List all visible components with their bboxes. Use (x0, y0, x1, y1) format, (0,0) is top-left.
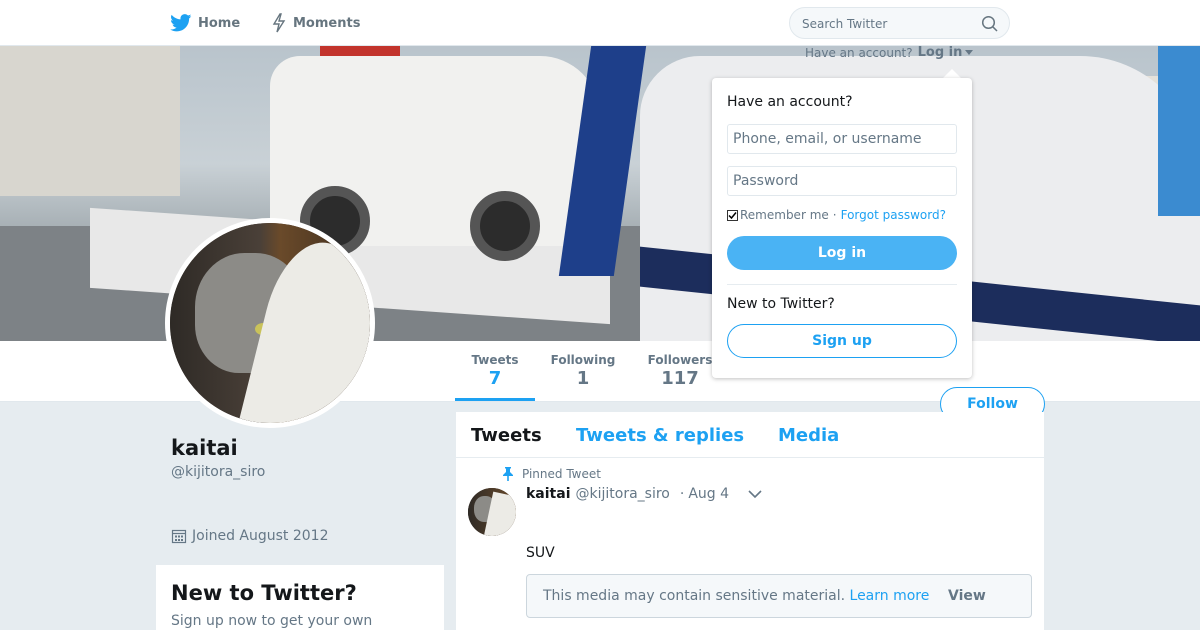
forgot-password-link[interactable]: Forgot password? (841, 208, 946, 222)
stat-tweets-value: 7 (488, 368, 502, 389)
stat-tweets-label: Tweets (471, 353, 519, 367)
tweet-date[interactable]: Aug 4 (688, 486, 729, 502)
stat-followers[interactable]: Followers 117 (640, 341, 720, 402)
calendar-icon (171, 529, 187, 544)
joined-date: Joined August 2012 (171, 528, 328, 544)
tab-media[interactable]: Media (778, 425, 839, 446)
new-to-twitter-card: New to Twitter? Sign up now to get your … (156, 565, 444, 630)
sensitive-text-row: This media may contain sensitive materia… (543, 588, 929, 604)
stat-following-value: 1 (576, 368, 590, 389)
remember-separator: · (832, 208, 837, 222)
new-card-title: New to Twitter? (171, 581, 357, 605)
search-box (789, 7, 1010, 39)
tweet-text: SUV (526, 545, 555, 561)
lightning-icon (272, 13, 286, 33)
login-button[interactable]: Log in (727, 236, 957, 270)
nav-home-label: Home (198, 15, 241, 31)
stat-tweets[interactable]: Tweets 7 (455, 341, 535, 401)
stat-following-label: Following (550, 353, 616, 367)
nav-home[interactable]: Home (170, 0, 240, 46)
top-navigation: Home Moments (0, 0, 1200, 46)
profile-handle[interactable]: @kijitora_siro (171, 464, 265, 480)
caret-down-icon[interactable] (965, 49, 974, 56)
avatar[interactable] (165, 218, 375, 428)
remember-label[interactable]: Remember me (740, 208, 829, 222)
dropdown-divider (727, 284, 957, 285)
joined-text: Joined August 2012 (192, 528, 329, 544)
stat-followers-label: Followers (647, 353, 713, 367)
stat-followers-value: 117 (661, 368, 699, 389)
learn-more-link[interactable]: Learn more (850, 588, 930, 604)
search-icon[interactable] (981, 15, 999, 33)
sensitive-media-notice: This media may contain sensitive materia… (526, 574, 1032, 618)
login-dropdown: Have an account? Remember me · Forgot pa… (712, 78, 972, 378)
nav-moments-label: Moments (293, 15, 361, 31)
checkbox-icon[interactable] (727, 209, 738, 221)
sensitive-text: This media may contain sensitive materia… (543, 588, 846, 604)
timeline: Tweets Tweets & replies Media Pinned Twe… (456, 412, 1044, 630)
tweet-author-name[interactable]: kaitai (526, 486, 571, 502)
tab-tweets-replies[interactable]: Tweets & replies (576, 425, 744, 446)
dropdown-arrow (943, 69, 961, 78)
chevron-down-icon[interactable] (748, 489, 762, 499)
pinned-text: Pinned Tweet (522, 467, 601, 481)
username-field[interactable] (727, 124, 957, 154)
login-prompt: Have an account? Log in (805, 45, 974, 60)
profile-name[interactable]: kaitai (171, 436, 238, 460)
stat-following[interactable]: Following 1 (543, 341, 623, 402)
login-prompt-text: Have an account? (805, 45, 913, 60)
nav-moments[interactable]: Moments (271, 0, 360, 46)
new-card-subtitle: Sign up now to get your own (171, 613, 373, 629)
tweet-author-handle[interactable]: @kijitora_siro (576, 486, 670, 502)
timeline-tabs: Tweets Tweets & replies Media (456, 412, 1044, 458)
remember-row: Remember me · Forgot password? (727, 208, 946, 222)
pinned-label: Pinned Tweet (502, 467, 601, 481)
dropdown-new-title: New to Twitter? (727, 296, 835, 312)
signup-button[interactable]: Sign up (727, 324, 957, 358)
tab-tweets[interactable]: Tweets (471, 425, 542, 446)
tweet-header: kaitai @kijitora_siro · Aug 4 (526, 486, 729, 502)
tweet-dot: · (679, 486, 685, 502)
tweet-avatar[interactable] (468, 488, 516, 536)
view-button[interactable]: View (948, 588, 986, 604)
twitter-bird-icon (170, 14, 192, 32)
pin-icon (503, 467, 513, 481)
dropdown-title: Have an account? (727, 94, 853, 110)
password-field[interactable] (727, 166, 957, 196)
search-input[interactable] (802, 15, 972, 33)
login-link[interactable]: Log in (918, 45, 963, 60)
